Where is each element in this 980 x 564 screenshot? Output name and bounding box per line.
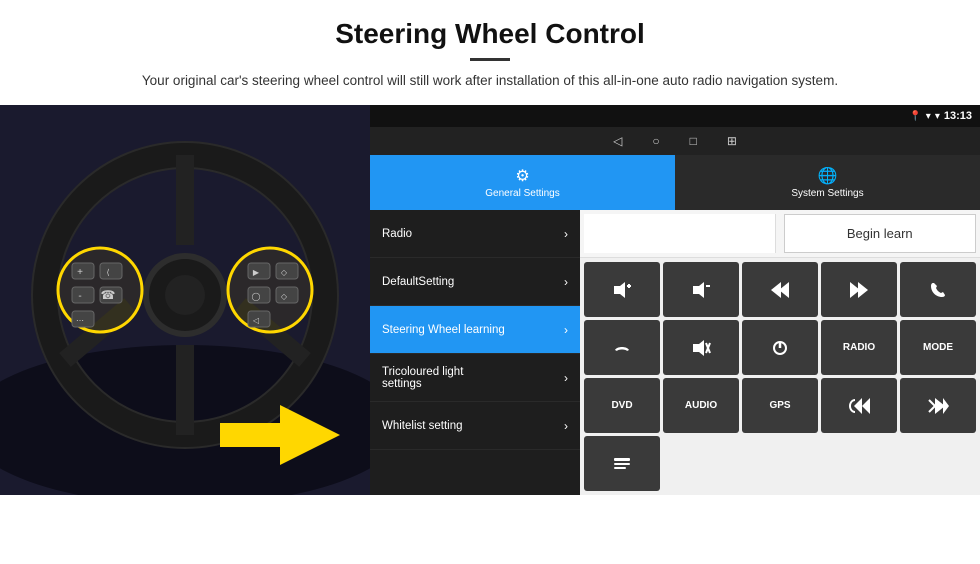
controls-grid: RADIO MODE DVD AUDIO: [580, 258, 980, 495]
page-subtitle: Your original car's steering wheel contr…: [60, 71, 920, 91]
steering-wheel-image: + ⟨ - ☎ ⋯ ▶ ◇ ◯ ◇ ◁: [0, 105, 370, 495]
location-icon: 📍: [909, 111, 921, 122]
ctrl-hang-up[interactable]: [584, 320, 660, 375]
ctrl-phone[interactable]: [900, 262, 976, 317]
ctrl-dvd[interactable]: DVD: [584, 378, 660, 433]
menu-item-radio[interactable]: Radio ›: [370, 210, 580, 258]
wifi-icon: ▾: [926, 111, 931, 122]
system-settings-icon: 🌐: [818, 166, 838, 186]
svg-text:⟨: ⟨: [106, 268, 109, 277]
ctrl-mode[interactable]: MODE: [900, 320, 976, 375]
menu-chevron-tricoloured: ›: [564, 371, 568, 385]
svg-text:▶: ▶: [253, 268, 260, 277]
android-panel: 📍 ▾ ▾ 13:13 ◁ ○ □ ⊞ ⚙ General Settings 🌐…: [370, 105, 980, 495]
status-time: 13:13: [944, 110, 972, 122]
page-title: Steering Wheel Control: [60, 18, 920, 50]
svg-text:◇: ◇: [281, 268, 288, 277]
ctrl-mute[interactable]: [663, 320, 739, 375]
ctrl-power[interactable]: [742, 320, 818, 375]
svg-text:◁: ◁: [253, 316, 260, 325]
general-settings-label: General Settings: [485, 188, 560, 199]
ctrl-phone-prev[interactable]: [821, 378, 897, 433]
ctrl-row-2: RADIO MODE: [584, 320, 976, 375]
controls-panel: Begin learn: [580, 210, 980, 495]
menu-item-whitelist[interactable]: Whitelist setting ›: [370, 402, 580, 450]
home-icon[interactable]: ○: [652, 134, 659, 148]
menu-item-steering-label: Steering Wheel learning: [382, 324, 505, 336]
status-icons: 📍 ▾ ▾ 13:13: [909, 110, 972, 122]
menu-chevron-default: ›: [564, 275, 568, 289]
recents-icon[interactable]: □: [690, 134, 697, 148]
menu-chevron-steering: ›: [564, 323, 568, 337]
controls-top-row: Begin learn: [580, 210, 980, 258]
ctrl-skip-end[interactable]: [900, 378, 976, 433]
svg-text:+: +: [77, 267, 83, 278]
menu-list: Radio › DefaultSetting › Steering Wheel …: [370, 210, 580, 495]
ctrl-row-3: DVD AUDIO GPS: [584, 378, 976, 433]
tab-general-settings[interactable]: ⚙ General Settings: [370, 155, 675, 210]
svg-text:☎: ☎: [101, 288, 116, 302]
svg-text:◯: ◯: [252, 292, 261, 301]
svg-text:⋯: ⋯: [76, 316, 84, 325]
ctrl-next-track[interactable]: [821, 262, 897, 317]
system-settings-label: System Settings: [791, 188, 863, 199]
status-bar: 📍 ▾ ▾ 13:13: [370, 105, 980, 127]
tab-system-settings[interactable]: 🌐 System Settings: [675, 155, 980, 210]
menu-item-default-setting[interactable]: DefaultSetting ›: [370, 258, 580, 306]
main-content: + ⟨ - ☎ ⋯ ▶ ◇ ◯ ◇ ◁: [0, 105, 980, 495]
svg-text:-: -: [78, 291, 81, 302]
ctrl-prev-track[interactable]: [742, 262, 818, 317]
menu-item-steering-wheel[interactable]: Steering Wheel learning ›: [370, 306, 580, 354]
menu-item-tricoloured[interactable]: Tricoloured lightsettings ›: [370, 354, 580, 402]
ctrl-row-1: [584, 262, 976, 317]
nav-bar: ◁ ○ □ ⊞: [370, 127, 980, 155]
svg-text:◇: ◇: [281, 292, 288, 301]
content-area: Radio › DefaultSetting › Steering Wheel …: [370, 210, 980, 495]
controls-empty-box: [584, 214, 776, 253]
title-divider: [470, 58, 510, 61]
page-header: Steering Wheel Control Your original car…: [0, 0, 980, 99]
ctrl-audio[interactable]: AUDIO: [663, 378, 739, 433]
tab-bar: ⚙ General Settings 🌐 System Settings: [370, 155, 980, 210]
begin-learn-button[interactable]: Begin learn: [784, 214, 977, 253]
menu-item-radio-label: Radio: [382, 228, 412, 240]
general-settings-icon: ⚙: [515, 166, 529, 186]
ctrl-row-4: [584, 436, 976, 491]
menu-item-whitelist-label: Whitelist setting: [382, 420, 463, 432]
ctrl-gps[interactable]: GPS: [742, 378, 818, 433]
menu-chevron-whitelist: ›: [564, 419, 568, 433]
menu-chevron-radio: ›: [564, 227, 568, 241]
back-icon[interactable]: ◁: [613, 134, 622, 148]
ctrl-radio[interactable]: RADIO: [821, 320, 897, 375]
menu-icon[interactable]: ⊞: [727, 134, 737, 148]
ctrl-vol-down[interactable]: [663, 262, 739, 317]
ctrl-list[interactable]: [584, 436, 660, 491]
menu-item-tricoloured-label: Tricoloured lightsettings: [382, 366, 463, 390]
menu-item-default-label: DefaultSetting: [382, 276, 454, 288]
ctrl-vol-up[interactable]: [584, 262, 660, 317]
signal-icon: ▾: [935, 111, 940, 122]
